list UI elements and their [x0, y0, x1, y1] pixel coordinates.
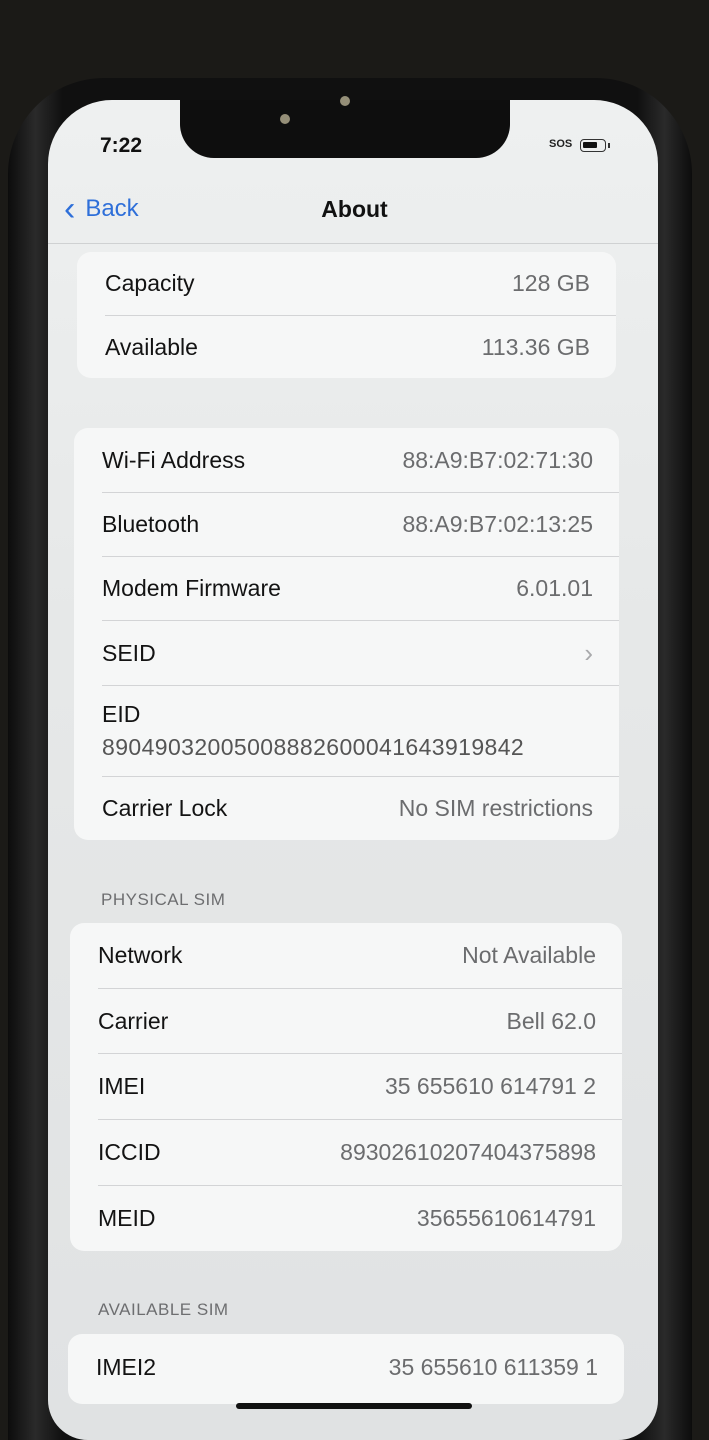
row-value: Not Available: [462, 942, 596, 968]
eid-row: EID 89049032005008882600041643919842: [74, 686, 619, 776]
meid-row: MEID 35655610614791: [70, 1186, 622, 1251]
row-label: EID: [102, 701, 141, 727]
available-sim-group: IMEI2 35 655610 611359 1: [68, 1334, 624, 1404]
iccid-row: ICCID 8930261020740437589­8: [70, 1120, 622, 1185]
row-label: Network: [98, 942, 183, 968]
row-label: MEID: [98, 1205, 156, 1231]
row-value: 6.01.01: [516, 575, 593, 601]
row-label: IMEI: [98, 1073, 146, 1099]
nav-divider: [48, 243, 658, 244]
row-value: 88:A9:B7:02:71:30: [402, 446, 593, 473]
sensor-icon: [280, 114, 290, 124]
eid-value: 89049032005008882600041643919842: [102, 734, 525, 760]
network-row: Network Not Available: [70, 923, 622, 988]
imei2-row: IMEI2 35 655610 611359 1: [68, 1334, 624, 1400]
row-value: 88:A9:B7:02:13:25: [402, 511, 593, 537]
carrier-row: Carrier Bell 62.0: [70, 989, 622, 1053]
physical-sim-header: PHYSICAL SIM: [101, 890, 226, 909]
row-value: No SIM restrictions: [398, 795, 593, 821]
physical-sim-group: Network Not Available Carrier Bell 62.0 …: [70, 923, 622, 1251]
row-value: 35 655610 614791 2: [384, 1073, 596, 1099]
page-title: About: [321, 196, 388, 222]
row-value: 35655610614791: [416, 1205, 596, 1231]
imei-row: IMEI 35 655610 614791 2: [70, 1054, 622, 1119]
storage-group: Capacity 128 GB Available 113.36 GB: [77, 252, 616, 378]
row-label: Wi-Fi Address: [102, 446, 246, 473]
status-time: 7:22: [100, 134, 143, 157]
seid-row[interactable]: SEID ›: [74, 621, 619, 685]
camera-notch: [180, 96, 510, 158]
row-label: Carrier Lock: [102, 795, 228, 821]
home-indicator[interactable]: [236, 1403, 472, 1409]
battery-icon: [580, 139, 610, 152]
row-value: Bell 62.0: [506, 1007, 596, 1034]
row-label: Modem Firmware: [102, 575, 281, 601]
row-label: ICCID: [98, 1139, 161, 1165]
sos-indicator: SOS: [549, 138, 573, 150]
speaker-icon: [340, 96, 350, 106]
row-label: IMEI2: [96, 1353, 157, 1380]
row-value: 8930261020740437589­8: [340, 1139, 596, 1165]
row-label: Capacity: [105, 270, 195, 296]
modem-firmware-row: Modem Firmware 6.01.01: [74, 557, 619, 620]
chevron-right-icon: ›: [584, 637, 593, 668]
bluetooth-row: Bluetooth 88:A9:B7:02:13:25: [74, 493, 619, 556]
wifi-address-row: Wi-Fi Address 88:A9:B7:02:71:30: [74, 428, 619, 492]
capacity-row: Capacity 128 GB: [77, 252, 616, 315]
available-sim-header: AVAILABLE SIM: [98, 1300, 229, 1319]
network-info-group: Wi-Fi Address 88:A9:B7:02:71:30 Bluetoot…: [74, 428, 619, 840]
row-label: Bluetooth: [102, 511, 200, 537]
row-value: 113.36 GB: [481, 333, 590, 360]
row-label: Carrier: [98, 1007, 169, 1034]
row-value: 35 655610 611359 1: [388, 1353, 598, 1380]
carrier-lock-row: Carrier Lock No SIM restrictions: [74, 777, 619, 840]
available-row: Available 113.36 GB: [77, 316, 616, 378]
row-label: SEID: [102, 639, 156, 666]
row-value: 128 GB: [512, 270, 590, 296]
row-label: Available: [105, 333, 198, 360]
